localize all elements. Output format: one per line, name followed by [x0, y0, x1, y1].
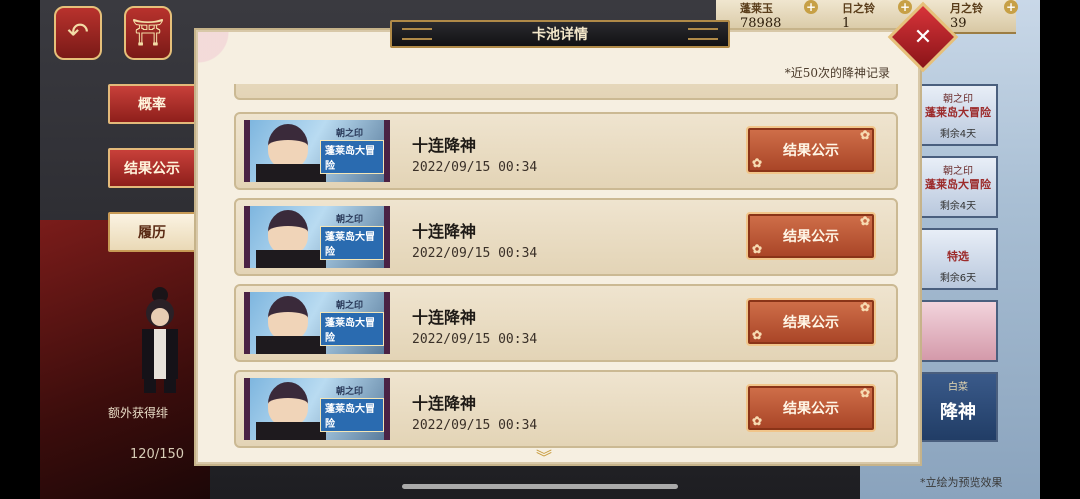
- character-portrait: [268, 382, 308, 426]
- thumbnail-banner: 蓬莱岛大冒险: [320, 226, 384, 260]
- right-pool-card[interactable]: 特选 剩余6天: [918, 228, 998, 290]
- record-list[interactable]: 朝之印 蓬莱岛大冒险 十连降神 2022/09/15 00:34 结果公示 朝之…: [234, 84, 898, 450]
- right-pool-card[interactable]: 白菜 降神: [918, 372, 998, 442]
- pool-card-seal: 朝之印: [943, 94, 973, 105]
- result-button[interactable]: 结果公示: [746, 298, 876, 346]
- result-button[interactable]: 结果公示: [746, 384, 876, 432]
- currency-label: 月之铃: [950, 2, 983, 15]
- currency-value: 78988: [740, 16, 782, 31]
- tab-results[interactable]: 结果公示: [108, 148, 196, 188]
- tab-label: 履历: [138, 225, 166, 241]
- scroll-down-chevron-icon[interactable]: ︾: [536, 444, 552, 468]
- add-currency-button[interactable]: +: [1004, 0, 1018, 14]
- record-time: 2022/09/15 00:34: [412, 418, 538, 433]
- thumbnail-seal: 朝之印: [336, 129, 364, 139]
- character-body: [256, 250, 326, 268]
- tab-history[interactable]: 履历: [108, 212, 196, 252]
- currency-yuezhiling: 月之铃 39 +: [950, 0, 1018, 32]
- character-body: [256, 164, 326, 182]
- home-indicator[interactable]: [402, 484, 678, 489]
- back-arrow-icon: ↶: [67, 18, 89, 48]
- right-pool-card[interactable]: 朝之印 蓬莱岛大冒险 剩余4天: [918, 84, 998, 146]
- tab-label: 概率: [138, 97, 166, 113]
- record-title: 十连降神: [412, 394, 477, 413]
- character-portrait: [268, 296, 308, 340]
- record-title: 十连降神: [412, 136, 477, 155]
- ornament-right: [688, 28, 718, 40]
- list-item: 朝之印 蓬莱岛大冒险 十连降神 2022/09/15 00:34 结果公示: [234, 370, 898, 448]
- result-button[interactable]: 结果公示: [746, 126, 876, 174]
- currency-value: 39: [950, 16, 967, 31]
- currency-penglaiyu: 蓬莱玉 78988 +: [740, 0, 818, 32]
- crane-close-icon: ✕: [913, 24, 933, 50]
- pool-card-title: 蓬莱岛大冒险: [925, 106, 991, 119]
- progress-count: 120/150: [130, 447, 185, 462]
- list-item: 朝之印 蓬莱岛大冒险 十连降神 2022/09/15 00:34 结果公示: [234, 112, 898, 190]
- dialog-title: 卡池详情: [532, 27, 588, 43]
- thumbnail-banner: 蓬莱岛大冒险: [320, 140, 384, 174]
- right-pool-card[interactable]: [918, 300, 998, 362]
- tab-probability[interactable]: 概率: [108, 84, 196, 124]
- preview-note: *立绘为预览效果: [920, 476, 1003, 489]
- character-portrait: [268, 210, 308, 254]
- thumbnail-seal: 朝之印: [336, 387, 364, 397]
- pool-card-title: 降神: [940, 402, 976, 423]
- pool-card-remaining: 剩余6天: [939, 273, 977, 284]
- pool-card-remaining: 剩余4天: [939, 129, 977, 140]
- pool-card-remaining: 剩余4天: [939, 201, 977, 212]
- pool-thumbnail: 朝之印 蓬莱岛大冒险: [244, 206, 390, 268]
- right-pool-card[interactable]: 朝之印 蓬莱岛大冒险 剩余4天: [918, 156, 998, 218]
- ornament-left: [402, 28, 432, 40]
- add-currency-button[interactable]: +: [804, 0, 818, 14]
- result-button-label: 结果公示: [783, 229, 839, 245]
- pool-details-dialog: 卡池详情 *近50次的降神记录 朝之印 蓬莱岛大冒险 十连降神 2022/09/…: [196, 20, 920, 467]
- list-item: 朝之印 蓬莱岛大冒险 十连降神 2022/09/15 00:34 结果公示: [234, 198, 898, 276]
- pool-card-title: 特选: [947, 250, 969, 263]
- character-body: [256, 336, 326, 354]
- record-title: 十连降神: [412, 308, 477, 327]
- result-button-label: 结果公示: [783, 315, 839, 331]
- pool-card-title: 蓬莱岛大冒险: [925, 178, 991, 191]
- pool-card-seal: 朝之印: [943, 166, 973, 177]
- list-item: [234, 84, 898, 100]
- result-button-label: 结果公示: [783, 401, 839, 417]
- thumbnail-seal: 朝之印: [336, 301, 364, 311]
- home-button[interactable]: ⛩: [124, 6, 172, 60]
- record-time: 2022/09/15 00:34: [412, 160, 538, 175]
- character-figure: [142, 287, 178, 393]
- record-time: 2022/09/15 00:34: [412, 246, 538, 261]
- character-portrait: [268, 124, 308, 168]
- result-button-label: 结果公示: [783, 143, 839, 159]
- result-button[interactable]: 结果公示: [746, 212, 876, 260]
- record-title: 十连降神: [412, 222, 477, 241]
- thumbnail-banner: 蓬莱岛大冒险: [320, 398, 384, 432]
- pool-thumbnail: 朝之印 蓬莱岛大冒险: [244, 120, 390, 182]
- dialog-title-bar: 卡池详情: [390, 20, 730, 48]
- thumbnail-seal: 朝之印: [336, 215, 364, 225]
- add-currency-button[interactable]: +: [898, 0, 912, 14]
- tab-label: 结果公示: [124, 161, 180, 177]
- list-item: 朝之印 蓬莱岛大冒险 十连降神 2022/09/15 00:34 结果公示: [234, 284, 898, 362]
- pool-card-seal: 白菜: [948, 382, 968, 393]
- thumbnail-banner: 蓬莱岛大冒险: [320, 312, 384, 346]
- character-body: [256, 422, 326, 440]
- pool-thumbnail: 朝之印 蓬莱岛大冒险: [244, 292, 390, 354]
- record-time: 2022/09/15 00:34: [412, 332, 538, 347]
- shrine-icon: ⛩: [131, 18, 165, 48]
- pool-thumbnail: 朝之印 蓬莱岛大冒险: [244, 378, 390, 440]
- currency-value: 1: [842, 16, 851, 31]
- back-button[interactable]: ↶: [54, 6, 102, 60]
- currency-rizhiling: 日之铃 1 +: [842, 0, 912, 32]
- currency-label: 日之铃: [842, 2, 875, 15]
- currency-label: 蓬莱玉: [740, 2, 773, 15]
- character-caption: 额外获得绯: [108, 406, 169, 420]
- dialog-subtitle: *近50次的降神记录: [784, 66, 890, 80]
